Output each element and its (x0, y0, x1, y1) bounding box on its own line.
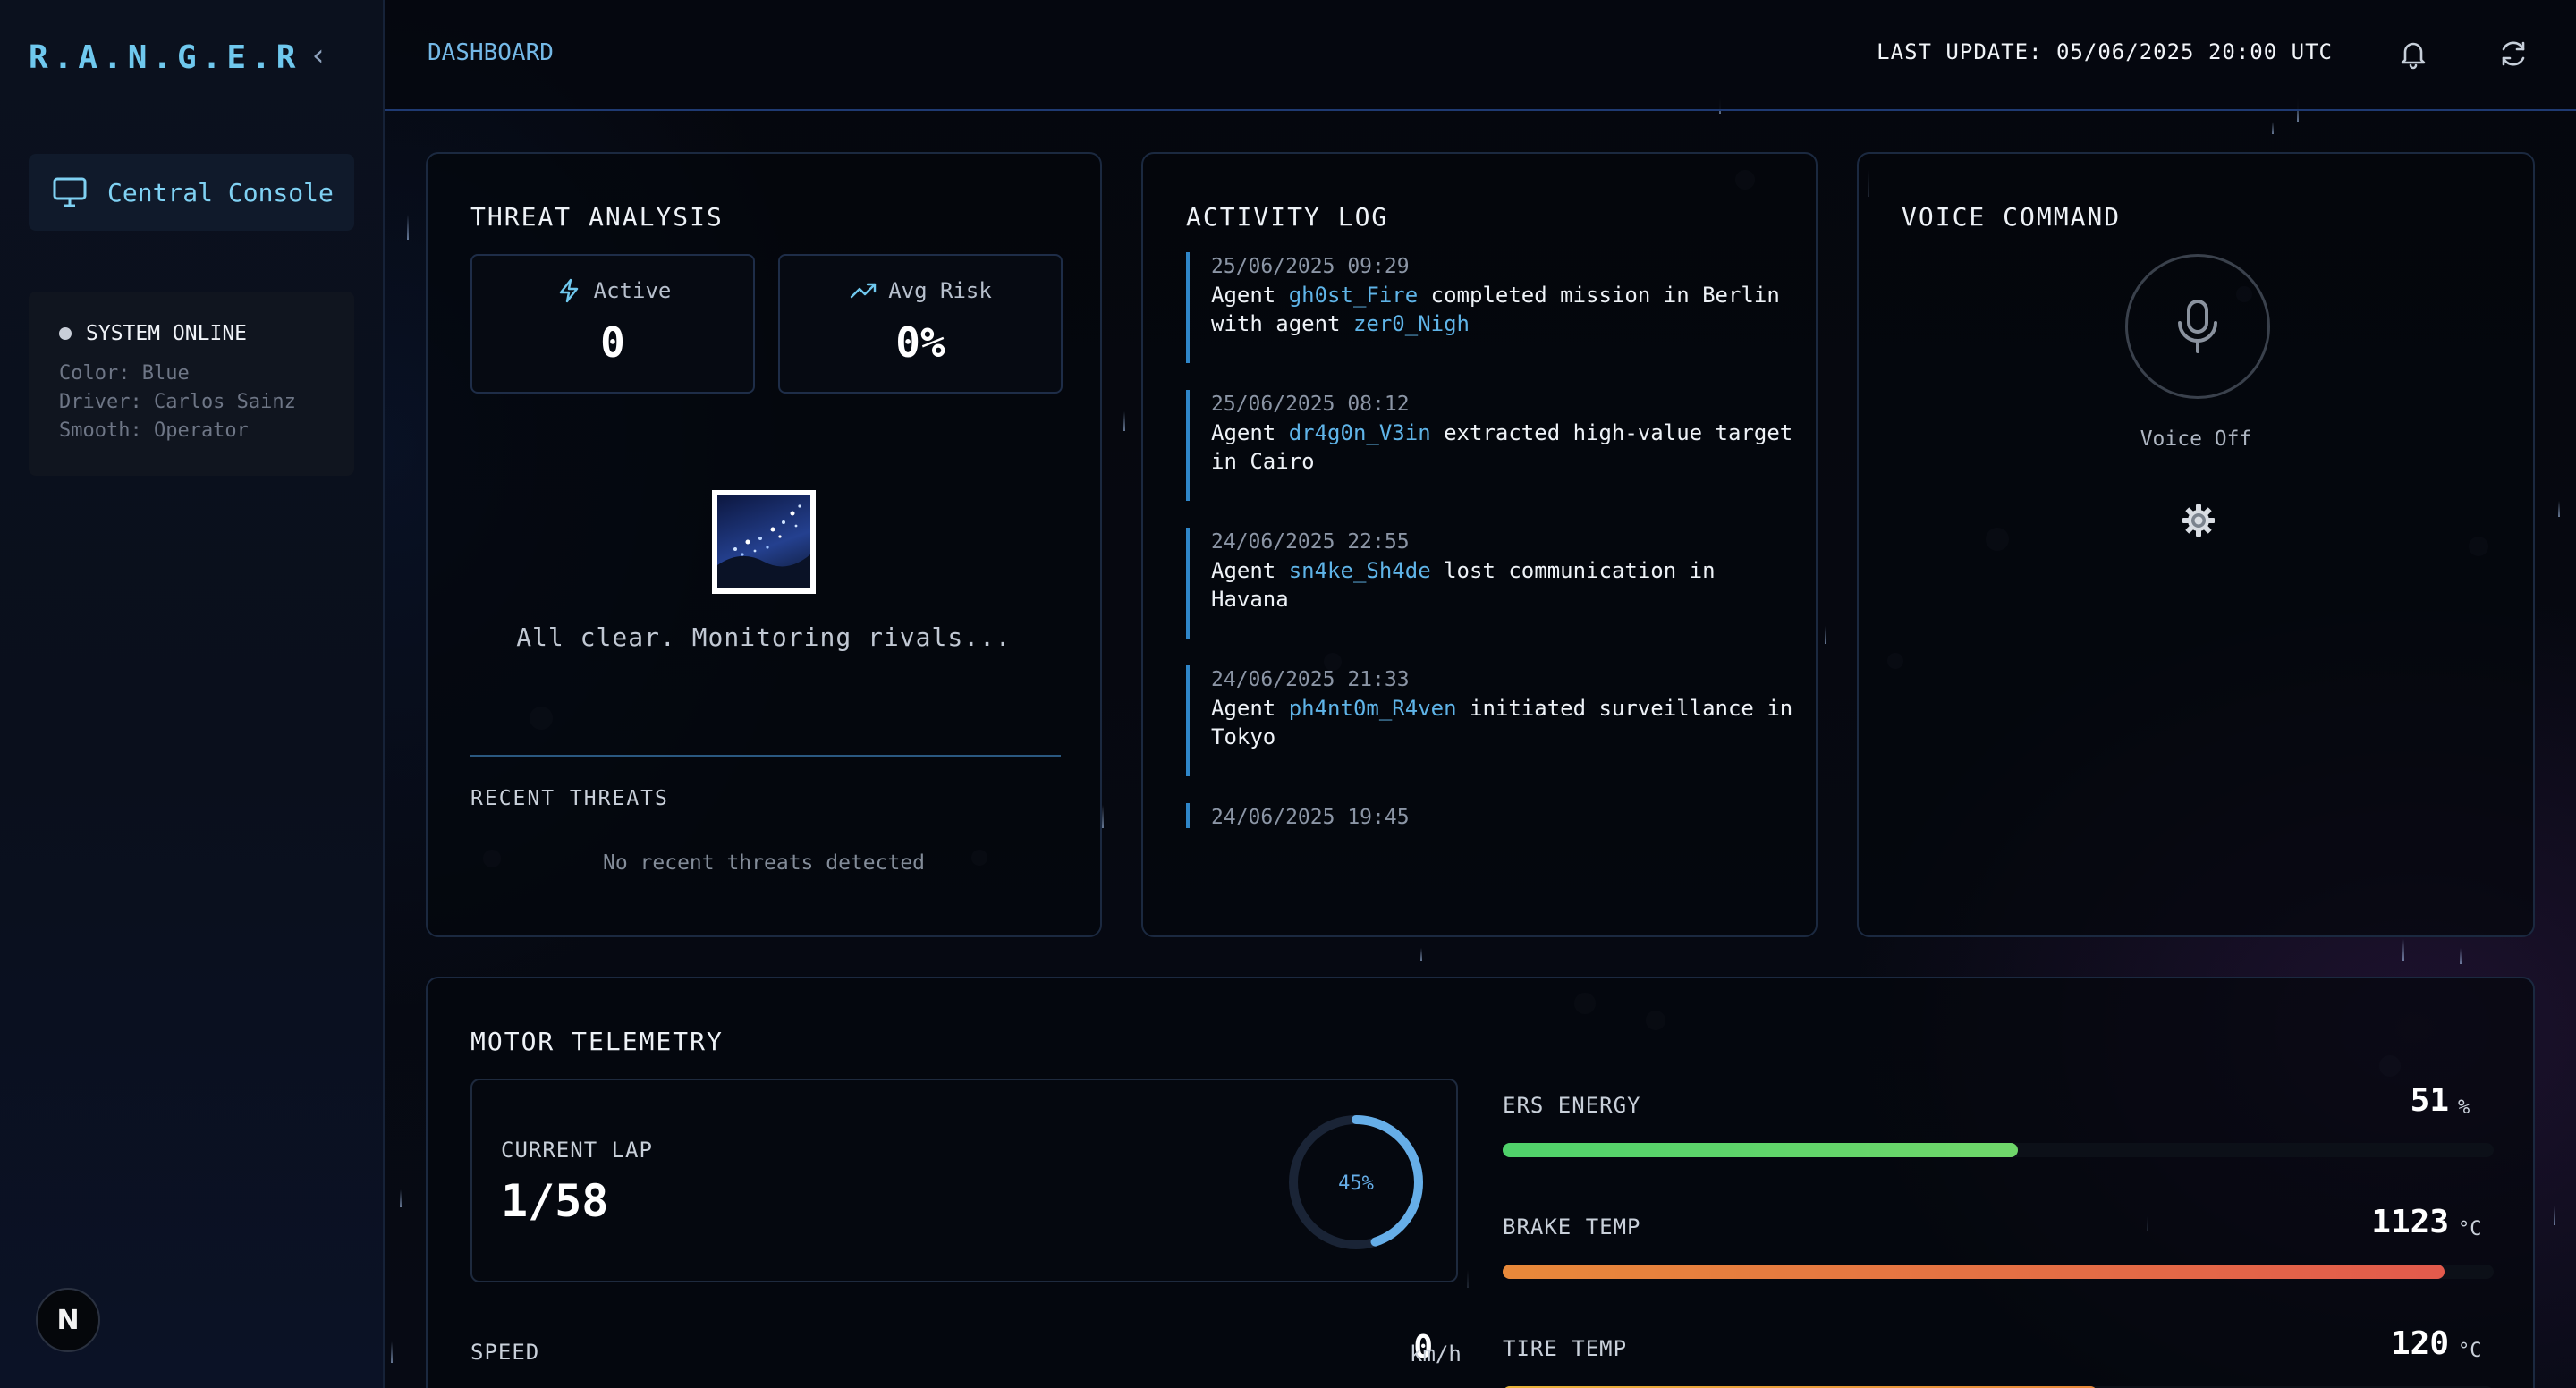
rain-streak (1420, 948, 1422, 961)
top-header: DASHBOARD LAST UPDATE: 05/06/2025 20:00 … (385, 0, 2576, 111)
panel-title: THREAT ANALYSIS (470, 202, 724, 232)
metric-bar-track (1503, 1265, 2494, 1279)
gear-icon[interactable] (2181, 503, 2216, 538)
avg-risk-value: 0% (895, 318, 945, 367)
breadcrumb[interactable]: DASHBOARD (428, 39, 554, 66)
active-threats-stat: Active 0 (470, 254, 755, 394)
rain-streak (1825, 626, 1826, 644)
status-indicator-dot (59, 327, 72, 340)
brand-logo[interactable]: R.A.N.G.E.R (29, 39, 301, 76)
metric-value: 120 (2390, 1325, 2449, 1362)
rain-streak (1123, 411, 1125, 431)
system-status-title: SYSTEM ONLINE (86, 322, 248, 345)
microphone-button[interactable] (2125, 254, 2270, 399)
metric-label: BRAKE TEMP (1503, 1214, 1641, 1240)
metric-bar-fill (1503, 1143, 2019, 1157)
status-smooth: Smooth: Operator (59, 419, 249, 442)
recent-threats-heading: RECENT THREATS (470, 787, 669, 810)
lap-progress-text: 45% (1338, 1172, 1374, 1195)
sidebar-item-central-console[interactable]: Central Console (29, 154, 354, 231)
avg-risk-stat: Avg Risk 0% (778, 254, 1063, 394)
activity-log-list[interactable]: 25/06/2025 09:29 Agent gh0st_Fire comple… (1186, 252, 1794, 828)
threat-analysis-panel: THREAT ANALYSIS Active 0 Avg Risk 0% All… (426, 152, 1102, 937)
rain-streak (2558, 501, 2560, 517)
lap-label: CURRENT LAP (501, 1138, 653, 1163)
rain-streak (2272, 122, 2274, 134)
agent-link[interactable]: sn4ke_Sh4de (1289, 558, 1431, 583)
log-entry: 24/06/2025 21:33 Agent ph4nt0m_R4ven ini… (1186, 665, 1794, 776)
log-entry: 25/06/2025 09:29 Agent gh0st_Fire comple… (1186, 252, 1794, 363)
system-status-card: SYSTEM ONLINE Color: Blue Driver: Carlos… (29, 292, 354, 476)
speed-label: SPEED (470, 1340, 540, 1365)
log-timestamp: 24/06/2025 21:33 (1211, 668, 1410, 691)
metric-bar-fill (1503, 1265, 2445, 1279)
all-clear-message: All clear. Monitoring rivals... (516, 622, 1012, 652)
lightning-icon (559, 278, 578, 303)
log-timestamp: 24/06/2025 22:55 (1211, 530, 1410, 554)
sidebar: R.A.N.G.E.R ‹ Central Console SYSTEM ONL… (0, 0, 385, 1388)
metric-value: 51 (2410, 1082, 2449, 1119)
voice-command-panel: VOICE COMMAND Voice Off (1857, 152, 2535, 937)
log-timestamp: 25/06/2025 08:12 (1211, 393, 1410, 416)
log-message: Agent ph4nt0m_R4ven initiated surveillan… (1211, 696, 1793, 749)
metric-unit: % (2458, 1096, 2470, 1119)
lap-value: 1/58 (501, 1175, 609, 1227)
metric-bar-track (1503, 1143, 2494, 1157)
rain-streak (2554, 1206, 2555, 1225)
panel-title: MOTOR TELEMETRY (470, 1027, 724, 1056)
current-lap-card: CURRENT LAP 1/58 45% (470, 1079, 1458, 1282)
stat-label: Avg Risk (888, 278, 992, 303)
voice-status: Voice Off (2140, 427, 2252, 451)
agent-link[interactable]: ph4nt0m_R4ven (1289, 696, 1457, 721)
speed-unit: km/h (1410, 1341, 1462, 1367)
log-entry: 24/06/2025 19:45 (1186, 803, 1794, 828)
activity-log-panel: ACTIVITY LOG 25/06/2025 09:29 Agent gh0s… (1141, 152, 1818, 937)
microphone-icon (2178, 300, 2217, 353)
rain-streak (407, 215, 409, 240)
panel-title: VOICE COMMAND (1902, 202, 2122, 232)
monitor-icon (53, 177, 87, 207)
status-color: Color: Blue (59, 362, 190, 385)
stat-label: Active (593, 278, 672, 303)
log-entry: 25/06/2025 08:12 Agent dr4g0n_V3in extra… (1186, 390, 1794, 501)
sidebar-item-label: Central Console (107, 177, 334, 207)
refresh-icon[interactable] (2496, 36, 2531, 72)
panel-title: ACTIVITY LOG (1186, 202, 1389, 232)
rain-streak (2460, 948, 2462, 964)
rain-streak (400, 1189, 402, 1207)
last-update-text: LAST UPDATE: 05/06/2025 20:00 UTC (1877, 39, 2333, 64)
metric-value: 1123 (2371, 1204, 2449, 1240)
log-timestamp: 25/06/2025 09:29 (1211, 255, 1410, 278)
metric-unit: °C (2458, 1340, 2482, 1362)
motor-telemetry-panel: MOTOR TELEMETRY CURRENT LAP 1/58 45% SPE… (426, 977, 2535, 1388)
agent-link[interactable]: dr4g0n_V3in (1289, 420, 1431, 445)
divider (470, 755, 1061, 757)
log-message: Agent sn4ke_Sh4de lost communication in … (1211, 558, 1716, 612)
metric-label: ERS ENERGY (1503, 1093, 1641, 1118)
starry-night-image (712, 490, 816, 594)
rain-streak (391, 1341, 393, 1363)
metric-label: TIRE TEMP (1503, 1336, 1628, 1361)
bell-icon[interactable] (2395, 36, 2431, 72)
agent-link[interactable]: gh0st_Fire (1289, 283, 1419, 308)
active-count: 0 (600, 318, 625, 367)
rain-streak (1102, 805, 1104, 828)
collapse-sidebar-button[interactable]: ‹ (304, 40, 333, 72)
metric-unit: °C (2458, 1218, 2482, 1240)
log-message: Agent dr4g0n_V3in extracted high-value t… (1211, 420, 1793, 474)
lap-progress-ring: 45% (1289, 1115, 1423, 1249)
recent-threats-empty: No recent threats detected (602, 851, 926, 875)
n-logo-badge[interactable]: N (36, 1288, 100, 1352)
trending-up-icon (851, 283, 877, 299)
status-driver: Driver: Carlos Sainz (59, 391, 296, 413)
log-timestamp: 24/06/2025 19:45 (1211, 806, 1410, 828)
agent-link[interactable]: zer0_Nigh (1353, 311, 1470, 336)
log-message: Agent gh0st_Fire completed mission in Be… (1211, 283, 1780, 336)
log-entry: 24/06/2025 22:55 Agent sn4ke_Sh4de lost … (1186, 528, 1794, 639)
rain-streak (2402, 939, 2404, 961)
